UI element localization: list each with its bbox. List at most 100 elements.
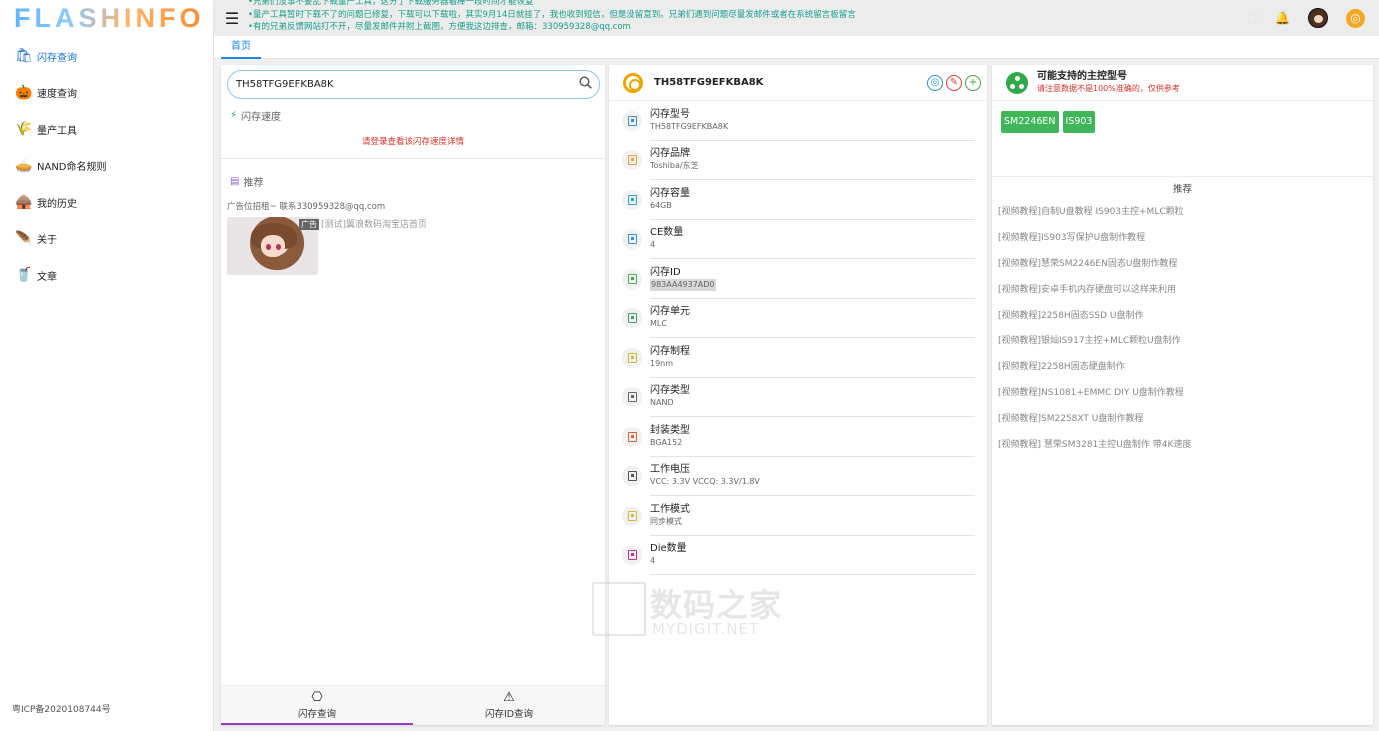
search-box [227, 70, 600, 99]
book-icon-glyph [627, 550, 637, 561]
book-icon [622, 505, 642, 526]
tab-label: 闪存ID查询 [484, 709, 534, 720]
book-icon-glyph [627, 273, 637, 284]
controller-heading: 可能支持的主控型号 请注意数据不是100%准确的，仅供参考 [1037, 71, 1180, 94]
search-icon[interactable] [571, 76, 599, 93]
controller-tag[interactable]: IS903 [1062, 111, 1096, 133]
app-root: FLASHINFO 🛍 闪存查询 🎃 速度查询 🌾 量产工具 🥧 NAND命名规则 🛖 我… [0, 0, 1379, 731]
cluster-dot [1014, 75, 1020, 81]
controller-tag[interactable]: SM2246EN [1001, 111, 1059, 133]
detail-field: 工作电压 VCC: 3.3V VCCQ: 3.3V/1.8V [609, 457, 987, 496]
recommend-item[interactable]: [视频教程] 慧荣SM3281主控U盘制作 带4K速度 [992, 437, 1373, 463]
tab-label: 闪存查询 [297, 709, 336, 720]
book-icon-glyph [627, 234, 637, 245]
globe-icon[interactable]: ◎ [1346, 8, 1365, 28]
detail-field: 闪存型号 TH58TFG9EFKBA8K [609, 101, 987, 141]
detail-field-value: 同步模式 [650, 516, 682, 526]
search-input[interactable] [236, 79, 571, 90]
recommend-item[interactable]: [视频教程]安卓手机内存硬盘可以这样来利用 [992, 282, 1373, 308]
book-icon [622, 545, 642, 566]
menu-toggle-icon[interactable]: ☰ [216, 9, 248, 28]
sidebar-item-label: 闪存查询 [37, 52, 77, 64]
tab-flash-query[interactable]: ⎔ 闪存查询 [221, 686, 413, 725]
cluster-dot [1019, 83, 1024, 89]
book-icon-glyph [627, 431, 637, 442]
controller-panel: 可能支持的主控型号 请注意数据不是100%准确的，仅供参考 SM2246EN I… [992, 65, 1373, 725]
bottom-tabs: ⎔ 闪存查询 ⚠ 闪存ID查询 [221, 685, 605, 725]
sidebar-item-nand-naming[interactable]: 🥧 NAND命名规则 [0, 148, 213, 185]
detail-field: Die数量 4 [609, 536, 987, 575]
recommend-item[interactable]: [视频教程]IS903写保护U盘制作教程 [992, 230, 1373, 256]
recommend-item[interactable]: [视频教程]自制U盘教程 IS903主控+MLC颗粒 [992, 204, 1373, 230]
detail-field: 闪存类型 NAND [609, 378, 987, 417]
avatar[interactable] [1308, 8, 1328, 28]
sidebar-item-tools[interactable]: 🌾 量产工具 [0, 111, 213, 148]
sidebar-item-flash-query[interactable]: 🛍 闪存查询 [0, 38, 213, 75]
recommend-list: [视频教程]自制U盘教程 IS903主控+MLC颗粒 [视频教程]IS903写保护… [992, 204, 1373, 463]
sidebar-item-articles[interactable]: 🥤 文章 [0, 257, 213, 294]
detail-field-text: 闪存类型 NAND [650, 378, 975, 417]
recommend-item[interactable]: [视频教程]NS1081+EMMC DIY U盘制作教程 [992, 385, 1373, 411]
book-icon [622, 426, 642, 447]
sidebar-item-history[interactable]: 🛖 我的历史 [0, 184, 213, 221]
edit-icon[interactable]: ✎ [946, 74, 962, 91]
book-icon [622, 110, 642, 131]
detail-field-label: 工作电压 [650, 464, 690, 476]
detail-field-value: NAND [650, 398, 674, 408]
search-panel: ⚡ 闪存速度 请登录查看该闪存速度详情 ▤ 推荐 广告位招租~ 联系330959… [221, 65, 605, 725]
detail-field-label: 闪存单元 [650, 306, 690, 318]
detail-field-text: 闪存型号 TH58TFG9EFKBA8K [650, 101, 975, 141]
book-icon-glyph [627, 115, 637, 126]
sidebar: FLASHINFO 🛍 闪存查询 🎃 速度查询 🌾 量产工具 🥧 NAND命名规则 🛖 我… [0, 0, 214, 731]
detail-field-value: 64GB [650, 200, 672, 210]
ad-image-eye [266, 244, 271, 250]
detail-field: 封装类型 BGA152 [609, 417, 987, 457]
bell-icon[interactable]: 🔔 [1275, 11, 1290, 25]
sidebar-item-label: 速度查询 [37, 89, 77, 101]
recommend-item[interactable]: [视频教程]SM2258XT U盘制作教程 [992, 411, 1373, 437]
book-icon-glyph [627, 510, 637, 521]
book-icon [622, 466, 642, 487]
wheat-icon: 🌾 [15, 121, 33, 138]
detail-field-label: 闪存类型 [650, 385, 690, 397]
detail-field: 闪存容量 64GB [609, 180, 987, 220]
book-icon [622, 150, 642, 171]
recommend-section-title: ▤ 推荐 [230, 174, 263, 189]
notice-board: •兄弟们没事不要乱下载量产工具，这分了下载服务器着棒一段时间才能恢复 •量产工具… [248, 0, 1249, 34]
speed-login-message[interactable]: 请登录查看该闪存速度详情 [221, 135, 605, 147]
top-header: ☰ •兄弟们没事不要乱下载量产工具，这分了下载服务器着棒一段时间才能恢复 •量产… [214, 0, 1379, 36]
detail-title: TH58TFG9EFKBA8K [654, 77, 764, 88]
detail-field-text: 闪存ID 983AA4937AD0 [650, 259, 975, 299]
sidebar-item-label: 文章 [37, 271, 57, 283]
cluster-dot [1010, 83, 1015, 89]
fullscreen-icon[interactable]: ⛶ [1249, 11, 1257, 26]
recommend-item[interactable]: [视频教程]慧荣SM2246EN固态U盘制作教程 [992, 256, 1373, 282]
detail-field: 工作模式 同步模式 [609, 496, 987, 536]
book-icon-glyph [627, 313, 637, 324]
recommend-item[interactable]: [视频教程]银灿IS917主控+MLC颗粒U盘制作 [992, 333, 1373, 359]
detail-field-label: 闪存型号 [650, 108, 690, 120]
tab-flash-id-query[interactable]: ⚠ 闪存ID查询 [413, 686, 605, 725]
recommend-title-text: 推荐 [243, 178, 264, 189]
detail-field-text: 工作电压 VCC: 3.3V VCCQ: 3.3V/1.8V [650, 457, 975, 496]
icp-license[interactable]: 粤ICP备2020108744号 [12, 702, 111, 715]
target-icon[interactable]: ◎ [927, 74, 943, 91]
app-logo[interactable]: FLASHINFO [0, 0, 213, 36]
detail-field-text: 闪存品牌 Toshiba/东芝 [650, 141, 975, 180]
ad-link-text: [测试]翼浪数码淘宝店首页 [321, 220, 428, 230]
lightning-icon: ⚡ [230, 110, 238, 121]
ad-badge: 广告 [299, 219, 319, 230]
detail-field-value: 19nm [650, 358, 674, 368]
controller-disclaimer: 请注意数据不是100%准确的，仅供参考 [1037, 84, 1180, 93]
sidebar-item-speed-query[interactable]: 🎃 速度查询 [0, 75, 213, 112]
sidebar-item-about[interactable]: 🪶 关于 [0, 221, 213, 258]
add-icon[interactable]: + [965, 74, 981, 91]
tab-home[interactable]: 首页 [221, 38, 261, 59]
ad-link[interactable]: 广告 [测试]翼浪数码淘宝店首页 [299, 217, 427, 230]
recommend-item[interactable]: [视频教程]2258H固态SSD U盘制作 [992, 308, 1373, 334]
detail-field: 闪存制程 19nm [609, 338, 987, 378]
detail-field-label: 封装类型 [650, 424, 690, 436]
detail-field-text: CE数量 4 [650, 220, 975, 259]
detail-field-text: 闪存容量 64GB [650, 180, 975, 220]
recommend-item[interactable]: [视频教程]2258H固态硬盘制作 [992, 359, 1373, 385]
